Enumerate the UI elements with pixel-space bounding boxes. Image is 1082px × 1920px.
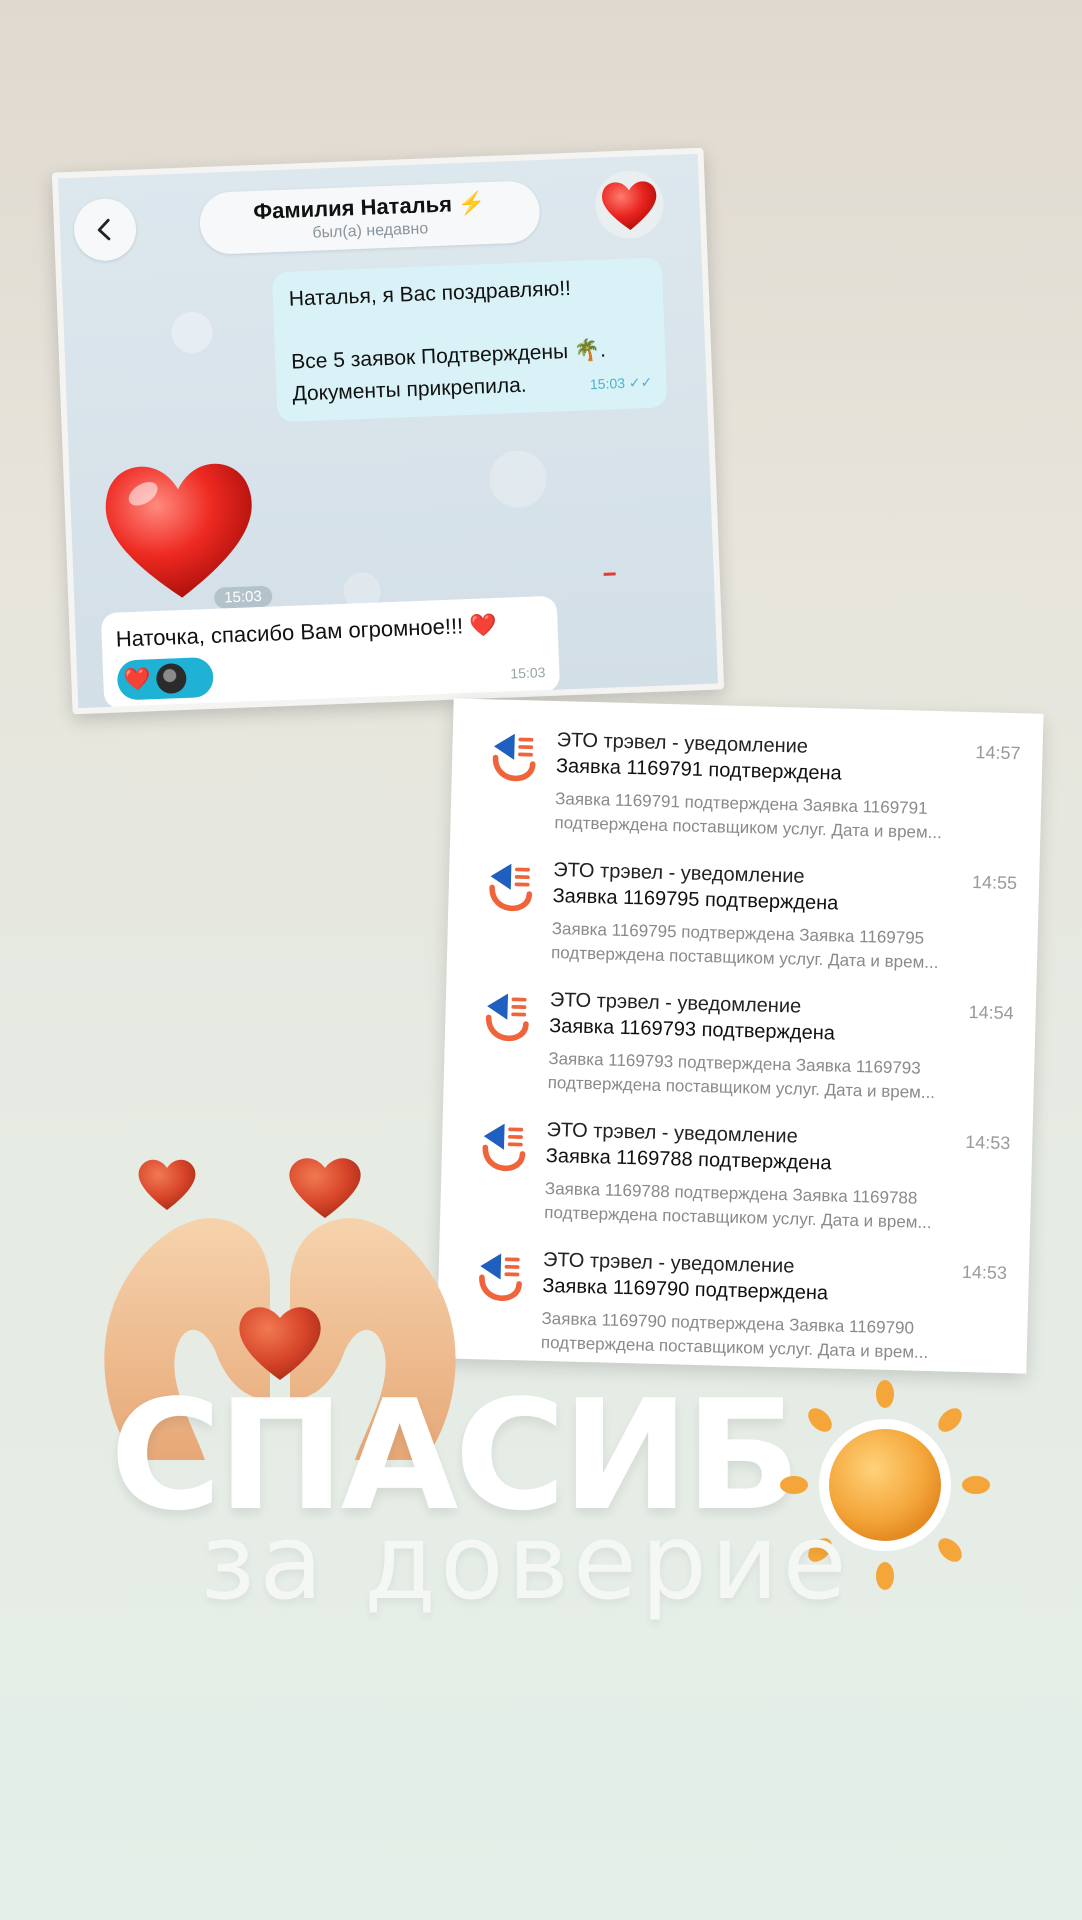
heart-icon: [289, 1158, 361, 1218]
chat-screenshot: Фамилия Наталья ⚡ был(а) недавно Наталья…: [51, 147, 725, 715]
notification-item[interactable]: ЭТО трэвел - уведомление Заявка 1169791 …: [450, 718, 1043, 863]
sticker-time: 15:03: [213, 585, 273, 609]
notification-body: Заявка 1169795 подтверждена Заявка 11697…: [551, 917, 1012, 977]
contact-status: был(а) недавно: [312, 220, 429, 242]
notification-app-name: ЭТО трэвел - уведомление: [546, 1118, 799, 1148]
outgoing-message[interactable]: Наталья, я Вас поздравляю!! Все 5 заявок…: [271, 257, 668, 423]
notification-item[interactable]: ЭТО трэвел - уведомление Заявка 1169793 …: [443, 978, 1036, 1123]
app-logo-icon: [479, 1253, 522, 1301]
heart-icon: [602, 181, 657, 230]
notifications-screenshot: ЭТО трэвел - уведомление Заявка 1169791 …: [436, 698, 1044, 1374]
notification-time: 14:54: [968, 1001, 1014, 1024]
reaction-badge[interactable]: ❤️: [116, 656, 215, 701]
notification-title: Заявка 1169791 подтверждена: [555, 755, 842, 785]
app-logo-icon: [489, 863, 533, 912]
message-time: 15:03 ✓✓: [589, 374, 653, 393]
notification-title: Заявка 1169790 подтверждена: [542, 1274, 829, 1305]
notification-app-name: ЭТО трэвел - уведомление: [549, 989, 802, 1018]
chevron-left-icon: [97, 218, 111, 241]
notification-app-name: ЭТО трэвел - уведомление: [556, 729, 809, 758]
notification-body: Заявка 1169791 подтверждена Заявка 11697…: [554, 787, 1015, 847]
notification-title: Заявка 1169788 подтверждена: [545, 1144, 832, 1175]
app-logo-icon: [482, 1123, 526, 1171]
chat-header[interactable]: Фамилия Наталья ⚡ был(а) недавно: [198, 180, 541, 256]
notification-title: Заявка 1169795 подтверждена: [552, 885, 839, 915]
contact-name: Фамилия Наталья ⚡: [252, 190, 486, 224]
notification-item[interactable]: ЭТО трэвел - уведомление Заявка 1169795 …: [446, 848, 1039, 993]
notification-body: Заявка 1169788 подтверждена Заявка 11697…: [544, 1177, 1005, 1237]
notification-app-name: ЭТО трэвел - уведомление: [552, 859, 805, 888]
message-time: 15:03: [510, 664, 546, 682]
notification-item[interactable]: ЭТО трэвел - уведомление Заявка 1169788 …: [440, 1108, 1033, 1253]
heart-sticker[interactable]: [97, 451, 263, 607]
notification-title: Заявка 1169793 подтверждена: [548, 1015, 836, 1045]
app-logo-icon: [492, 733, 536, 782]
notification-time: 14:53: [964, 1131, 1011, 1154]
message-text: Наточка, спасибо Вам огромное!!! ❤️: [115, 611, 498, 652]
app-logo-icon: [485, 993, 529, 1041]
notification-time: 14:55: [971, 872, 1018, 894]
notification-body: Заявка 1169790 подтверждена Заявка 11697…: [541, 1307, 1002, 1367]
notification-body: Заявка 1169793 подтверждена Заявка 11697…: [547, 1047, 1008, 1107]
notification-item[interactable]: ЭТО трэвел - уведомление Заявка 1169790 …: [436, 1238, 1029, 1383]
incoming-message[interactable]: Наточка, спасибо Вам огромное!!! ❤️ ❤️ 1…: [100, 595, 561, 710]
notification-time: 14:57: [975, 742, 1021, 764]
divider: [603, 572, 616, 576]
reactor-avatar: [156, 662, 188, 695]
back-button[interactable]: [72, 197, 138, 262]
thanks-subtitle: за доверие: [200, 1501, 851, 1623]
notification-app-name: ЭТО трэвел - уведомление: [542, 1248, 795, 1278]
heart-icon: [138, 1159, 196, 1210]
avatar[interactable]: [594, 169, 665, 240]
reaction-heart-icon: ❤️: [122, 666, 152, 693]
notification-time: 14:53: [961, 1261, 1008, 1284]
